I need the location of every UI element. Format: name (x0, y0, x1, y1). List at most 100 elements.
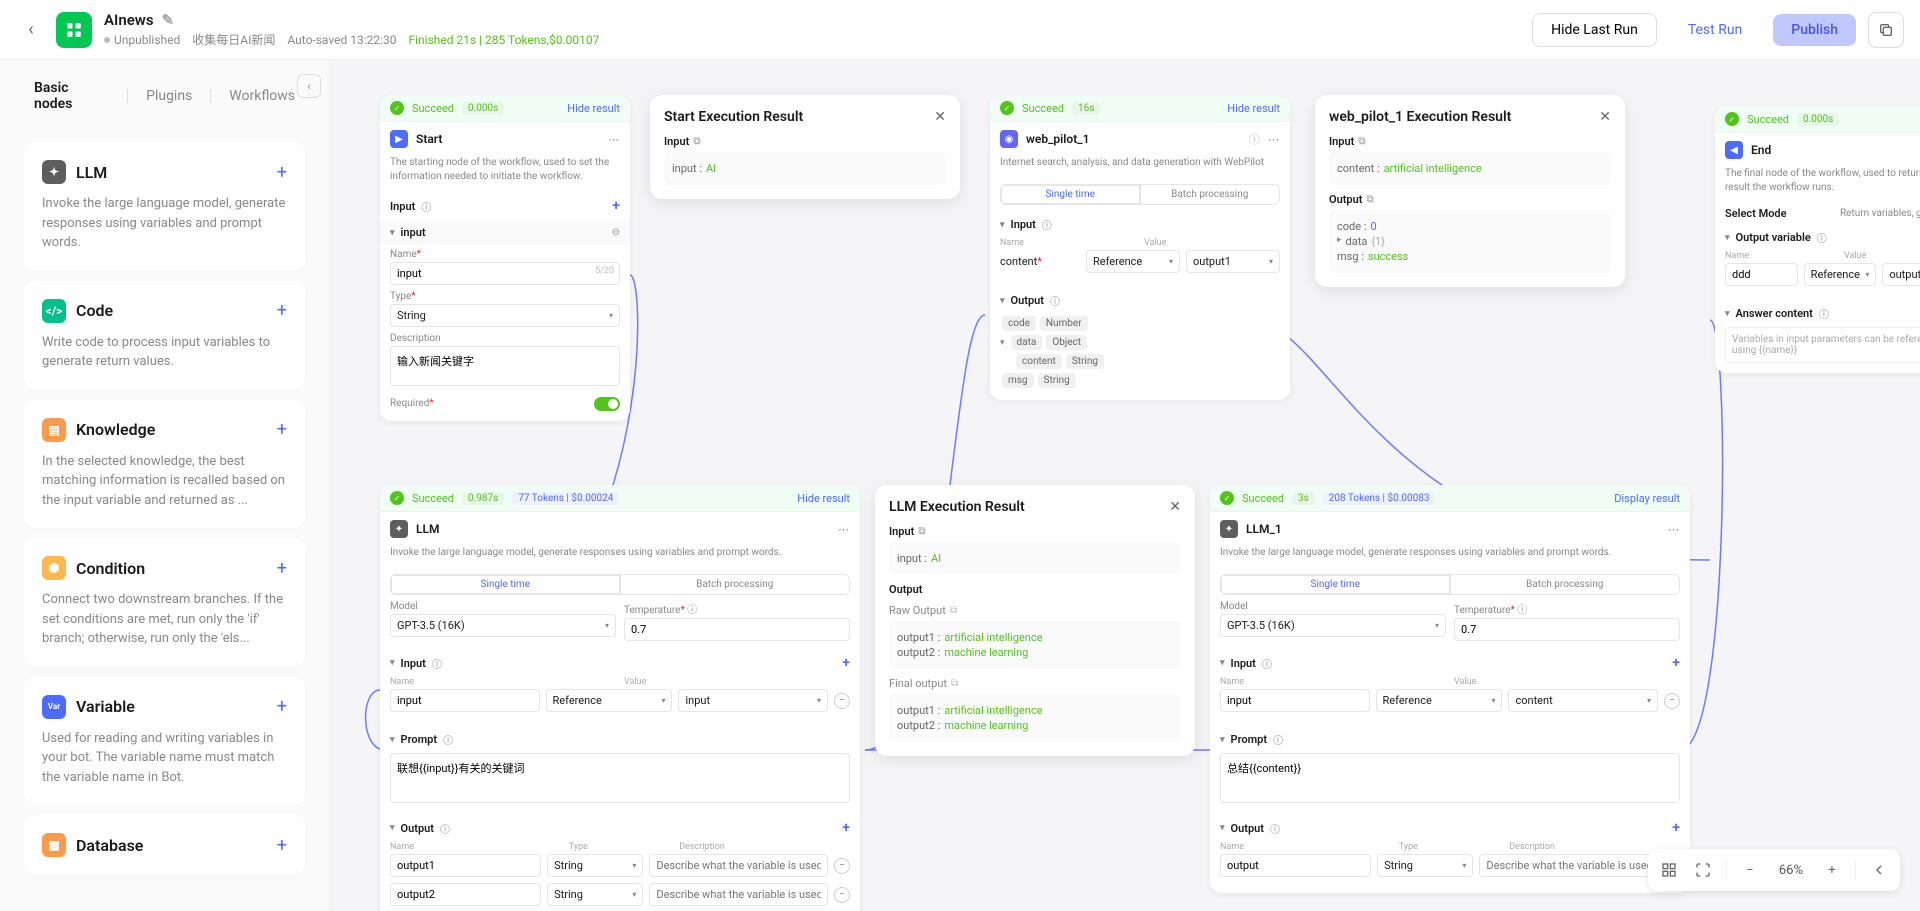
type-select[interactable]: String▾ (390, 304, 620, 327)
description-input[interactable] (390, 346, 620, 386)
output-name[interactable] (390, 883, 541, 906)
zoom-in-button[interactable]: + (1817, 855, 1847, 885)
add-input-button[interactable]: + (612, 198, 620, 214)
tab-workflows[interactable]: Workflows (219, 82, 305, 110)
output-name[interactable] (390, 854, 541, 877)
output-desc[interactable] (1479, 854, 1658, 877)
remove-icon[interactable]: − (1664, 693, 1680, 709)
copy-icon[interactable]: ⧉ (950, 605, 957, 616)
add-output-button[interactable]: + (842, 820, 850, 836)
card-code[interactable]: </>Code+ Write code to process input var… (24, 281, 305, 390)
value-select[interactable]: content▾ (1508, 689, 1658, 712)
publish-button[interactable]: Publish (1773, 14, 1856, 46)
node-menu-button[interactable]: ⋯ (608, 133, 620, 146)
ref-select[interactable]: Reference▾ (1804, 263, 1877, 286)
chevron-down-icon[interactable]: ▾ (1220, 823, 1225, 833)
tab-single[interactable]: Single time (391, 575, 621, 594)
chevron-down-icon[interactable]: ▾ (390, 735, 395, 745)
value-select[interactable]: output▾ (1882, 263, 1920, 286)
chevron-right-icon[interactable]: ▸ (1337, 235, 1342, 248)
info-icon[interactable]: ⓘ (1270, 821, 1280, 836)
tab-batch[interactable]: Batch processing (1451, 575, 1680, 594)
tab-batch[interactable]: Batch processing (621, 575, 850, 594)
type-select[interactable]: String▾ (1377, 854, 1473, 877)
hide-result-link[interactable]: Hide result (567, 102, 620, 115)
add-llm-button[interactable]: + (277, 162, 287, 183)
output-desc[interactable] (649, 883, 828, 906)
test-run-button[interactable]: Test Run (1669, 13, 1761, 47)
tab-basic-nodes[interactable]: Basic nodes (24, 74, 119, 118)
prompt-input[interactable] (390, 753, 850, 803)
close-icon[interactable]: ✕ (934, 109, 946, 125)
node-webpilot[interactable]: ✓ Succeed 16s Hide result ◉ web_pilot_1 … (990, 95, 1290, 400)
hide-last-run-button[interactable]: Hide Last Run (1532, 13, 1657, 47)
info-icon[interactable]: ⓘ (1050, 293, 1060, 308)
add-knowledge-button[interactable]: + (277, 419, 287, 440)
info-icon[interactable]: ⓘ (1042, 217, 1052, 232)
info-icon[interactable]: ⓘ (421, 199, 431, 214)
hide-result-link[interactable]: Hide result (1227, 102, 1280, 115)
tab-single[interactable]: Single time (1221, 575, 1451, 594)
layout-button[interactable] (1654, 855, 1684, 885)
output-name[interactable] (1220, 854, 1371, 877)
add-input-button[interactable]: + (1672, 655, 1680, 671)
node-end[interactable]: ✓ Succeed 0.000s ◀ End ⋯ The final node … (1715, 106, 1920, 373)
info-icon[interactable]: ⓘ (1262, 656, 1272, 671)
collapse-sidebar-button[interactable]: ‹ (297, 74, 321, 98)
info-icon[interactable]: ⓘ (440, 821, 450, 836)
card-knowledge[interactable]: ▤Knowledge+ In the selected knowledge, t… (24, 400, 305, 529)
add-condition-button[interactable]: + (277, 558, 287, 579)
info-icon[interactable]: ⓘ (1817, 230, 1827, 245)
card-database[interactable]: ▦Database+ (24, 815, 305, 875)
chevron-down-icon[interactable]: ▾ (1725, 233, 1730, 243)
value-select[interactable]: output1▾ (1186, 250, 1280, 273)
close-icon[interactable]: ✕ (1599, 109, 1611, 125)
var-name-input[interactable] (1725, 263, 1798, 286)
chevron-down-icon[interactable]: ▾ (390, 658, 395, 668)
locate-button[interactable] (1864, 855, 1894, 885)
chevron-down-icon[interactable]: ▾ (1220, 658, 1225, 668)
input-name[interactable] (1220, 689, 1370, 712)
chevron-down-icon[interactable]: ▾ (1725, 309, 1730, 319)
model-select[interactable]: GPT-3.5 (16K)▾ (390, 614, 616, 637)
edit-icon[interactable]: ✎ (162, 11, 175, 29)
node-start[interactable]: ✓ Succeed 0.000s Hide result ▶ Start ⋯ T… (380, 95, 630, 421)
chevron-down-icon[interactable]: ▾ (1000, 296, 1005, 306)
tab-single[interactable]: Single time (1001, 185, 1141, 204)
card-llm[interactable]: ✦LLM+ Invoke the large language model, g… (24, 142, 305, 271)
copy-icon[interactable]: ⧉ (693, 136, 700, 147)
node-llm[interactable]: ✓ Succeed 0.987s 77 Tokens | $0.00024 Hi… (380, 485, 860, 911)
input-name[interactable] (390, 689, 540, 712)
info-icon[interactable]: ⓘ (687, 605, 697, 616)
workflow-canvas[interactable]: ✓ Succeed 0.000s Hide result ▶ Start ⋯ T… (330, 60, 1920, 911)
display-result-link[interactable]: Display result (1614, 492, 1680, 505)
output-desc[interactable] (649, 854, 828, 877)
required-toggle[interactable] (594, 397, 620, 411)
name-input[interactable] (390, 262, 620, 285)
chevron-down-icon[interactable]: ▾ (390, 228, 395, 238)
close-icon[interactable]: ✕ (1169, 499, 1181, 515)
info-icon[interactable]: ⓘ (443, 732, 453, 747)
value-select[interactable]: input▾ (678, 689, 828, 712)
copy-icon[interactable]: ⧉ (918, 526, 925, 537)
remove-icon[interactable]: − (834, 887, 850, 903)
node-menu-button[interactable]: ⋯ (838, 523, 850, 536)
ref-select[interactable]: Reference▾ (1086, 250, 1180, 273)
type-select[interactable]: String▾ (547, 854, 643, 877)
add-code-button[interactable]: + (277, 300, 287, 321)
info-icon[interactable]: ⓘ (1273, 732, 1283, 747)
node-llm1[interactable]: ✓ Succeed 3s 208 Tokens | $0.00083 Displ… (1210, 485, 1690, 893)
remove-icon[interactable]: ⊖ (612, 227, 620, 238)
chevron-down-icon[interactable]: ▾ (1000, 220, 1005, 230)
back-button[interactable]: ‹ (16, 15, 46, 45)
add-variable-button[interactable]: + (277, 696, 287, 717)
temperature-input[interactable] (1454, 618, 1680, 641)
zoom-out-button[interactable]: − (1735, 855, 1765, 885)
remove-icon[interactable]: − (834, 693, 850, 709)
chevron-down-icon[interactable]: ▾ (1220, 735, 1225, 745)
info-icon[interactable]: ⓘ (1249, 131, 1260, 147)
add-output-button[interactable]: + (1672, 820, 1680, 836)
add-database-button[interactable]: + (277, 835, 287, 856)
info-icon[interactable]: ⓘ (432, 656, 442, 671)
fit-button[interactable] (1688, 855, 1718, 885)
